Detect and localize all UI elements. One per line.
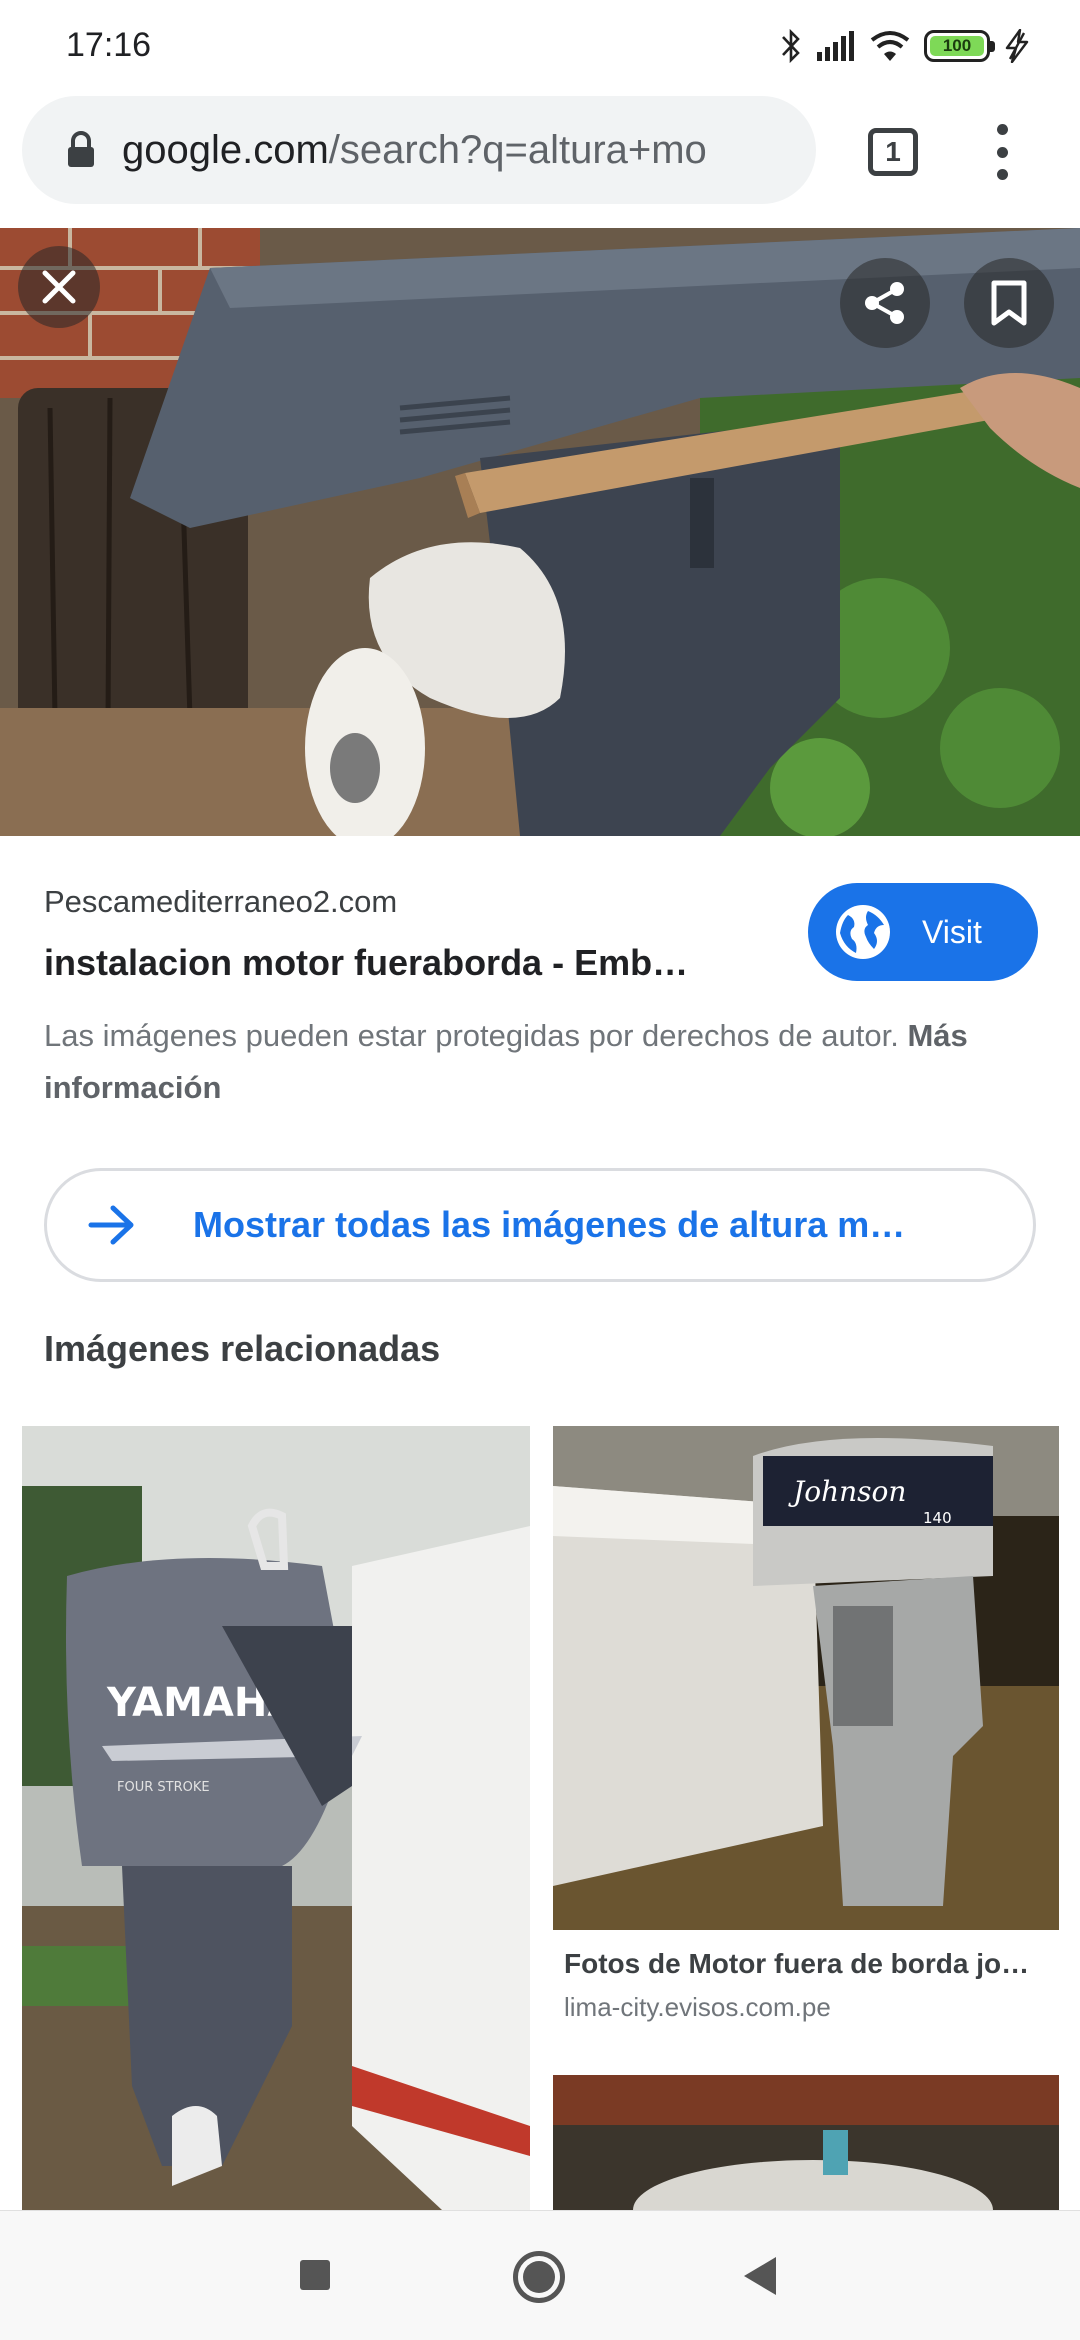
bluetooth-icon — [782, 28, 800, 64]
url-path: /search?q=altura+mo — [328, 127, 707, 172]
charging-icon — [1005, 29, 1029, 63]
johnson-brand-label: Johnson — [788, 1475, 906, 1508]
lock-icon — [68, 131, 94, 167]
related-image-2[interactable]: Johnson 140 — [553, 1426, 1059, 1930]
tab-count: 1 — [885, 136, 901, 167]
tab-switcher-icon[interactable]: 1 — [868, 128, 918, 176]
yamaha-sub-label: FOUR STROKE — [117, 1780, 210, 1795]
source-name[interactable]: Pescamediterraneo2.com — [44, 884, 397, 920]
browser-toolbar: google.com/search?q=altura+mo 1 — [0, 92, 1080, 228]
battery-level: 100 — [930, 36, 984, 56]
home-icon[interactable] — [513, 2251, 565, 2303]
related-image-2-title[interactable]: Fotos de Motor fuera de borda jo… — [564, 1948, 1054, 1980]
url-domain: google.com — [122, 127, 329, 172]
bookmark-icon[interactable] — [964, 258, 1054, 348]
related-image-3[interactable] — [553, 2075, 1059, 2210]
related-photo-3 — [553, 2075, 1059, 2210]
back-icon[interactable] — [744, 2257, 776, 2295]
globe-icon — [836, 905, 890, 959]
result-title[interactable]: instalacion motor fueraborda - Emb… — [44, 942, 744, 984]
johnson-model-label: 140 — [923, 1509, 952, 1527]
selected-image[interactable] — [0, 228, 1080, 836]
copyright-text: Las imágenes pueden estar protegidas por… — [44, 1018, 899, 1053]
visit-button[interactable]: Visit — [808, 883, 1038, 981]
show-all-images-button[interactable]: Mostrar todas las imágenes de altura m… — [44, 1168, 1036, 1282]
visit-label: Visit — [922, 913, 982, 950]
recents-icon[interactable] — [300, 2260, 330, 2290]
battery-icon: 100 — [924, 30, 995, 62]
show-all-label: Mostrar todas las imágenes de altura m… — [193, 1204, 906, 1245]
yamaha-motor-photo: YAMAHA FOUR STROKE — [22, 1426, 530, 2210]
url-text[interactable]: google.com/search?q=altura+mo — [122, 128, 782, 173]
copyright-notice: Las imágenes pueden estar protegidas por… — [44, 1010, 1044, 1114]
share-icon[interactable] — [840, 258, 930, 348]
address-bar[interactable]: google.com/search?q=altura+mo — [22, 96, 816, 204]
wifi-icon — [870, 31, 910, 61]
johnson-motor-photo: Johnson 140 — [553, 1426, 1059, 1930]
related-image-1[interactable]: YAMAHA FOUR STROKE — [22, 1426, 530, 2210]
status-time: 17:16 — [66, 26, 152, 64]
status-bar: 17:16 100 — [0, 0, 1080, 92]
status-icons: 100 — [780, 26, 1030, 66]
close-icon[interactable] — [18, 246, 100, 328]
related-images-heading: Imágenes relacionadas — [44, 1328, 441, 1369]
signal-icon — [817, 31, 854, 61]
arrow-right-icon — [88, 1205, 134, 1245]
overflow-menu-icon[interactable] — [980, 120, 1024, 184]
related-image-2-source: lima-city.evisos.com.pe — [564, 1992, 831, 2022]
system-nav-bar — [0, 2210, 1080, 2340]
